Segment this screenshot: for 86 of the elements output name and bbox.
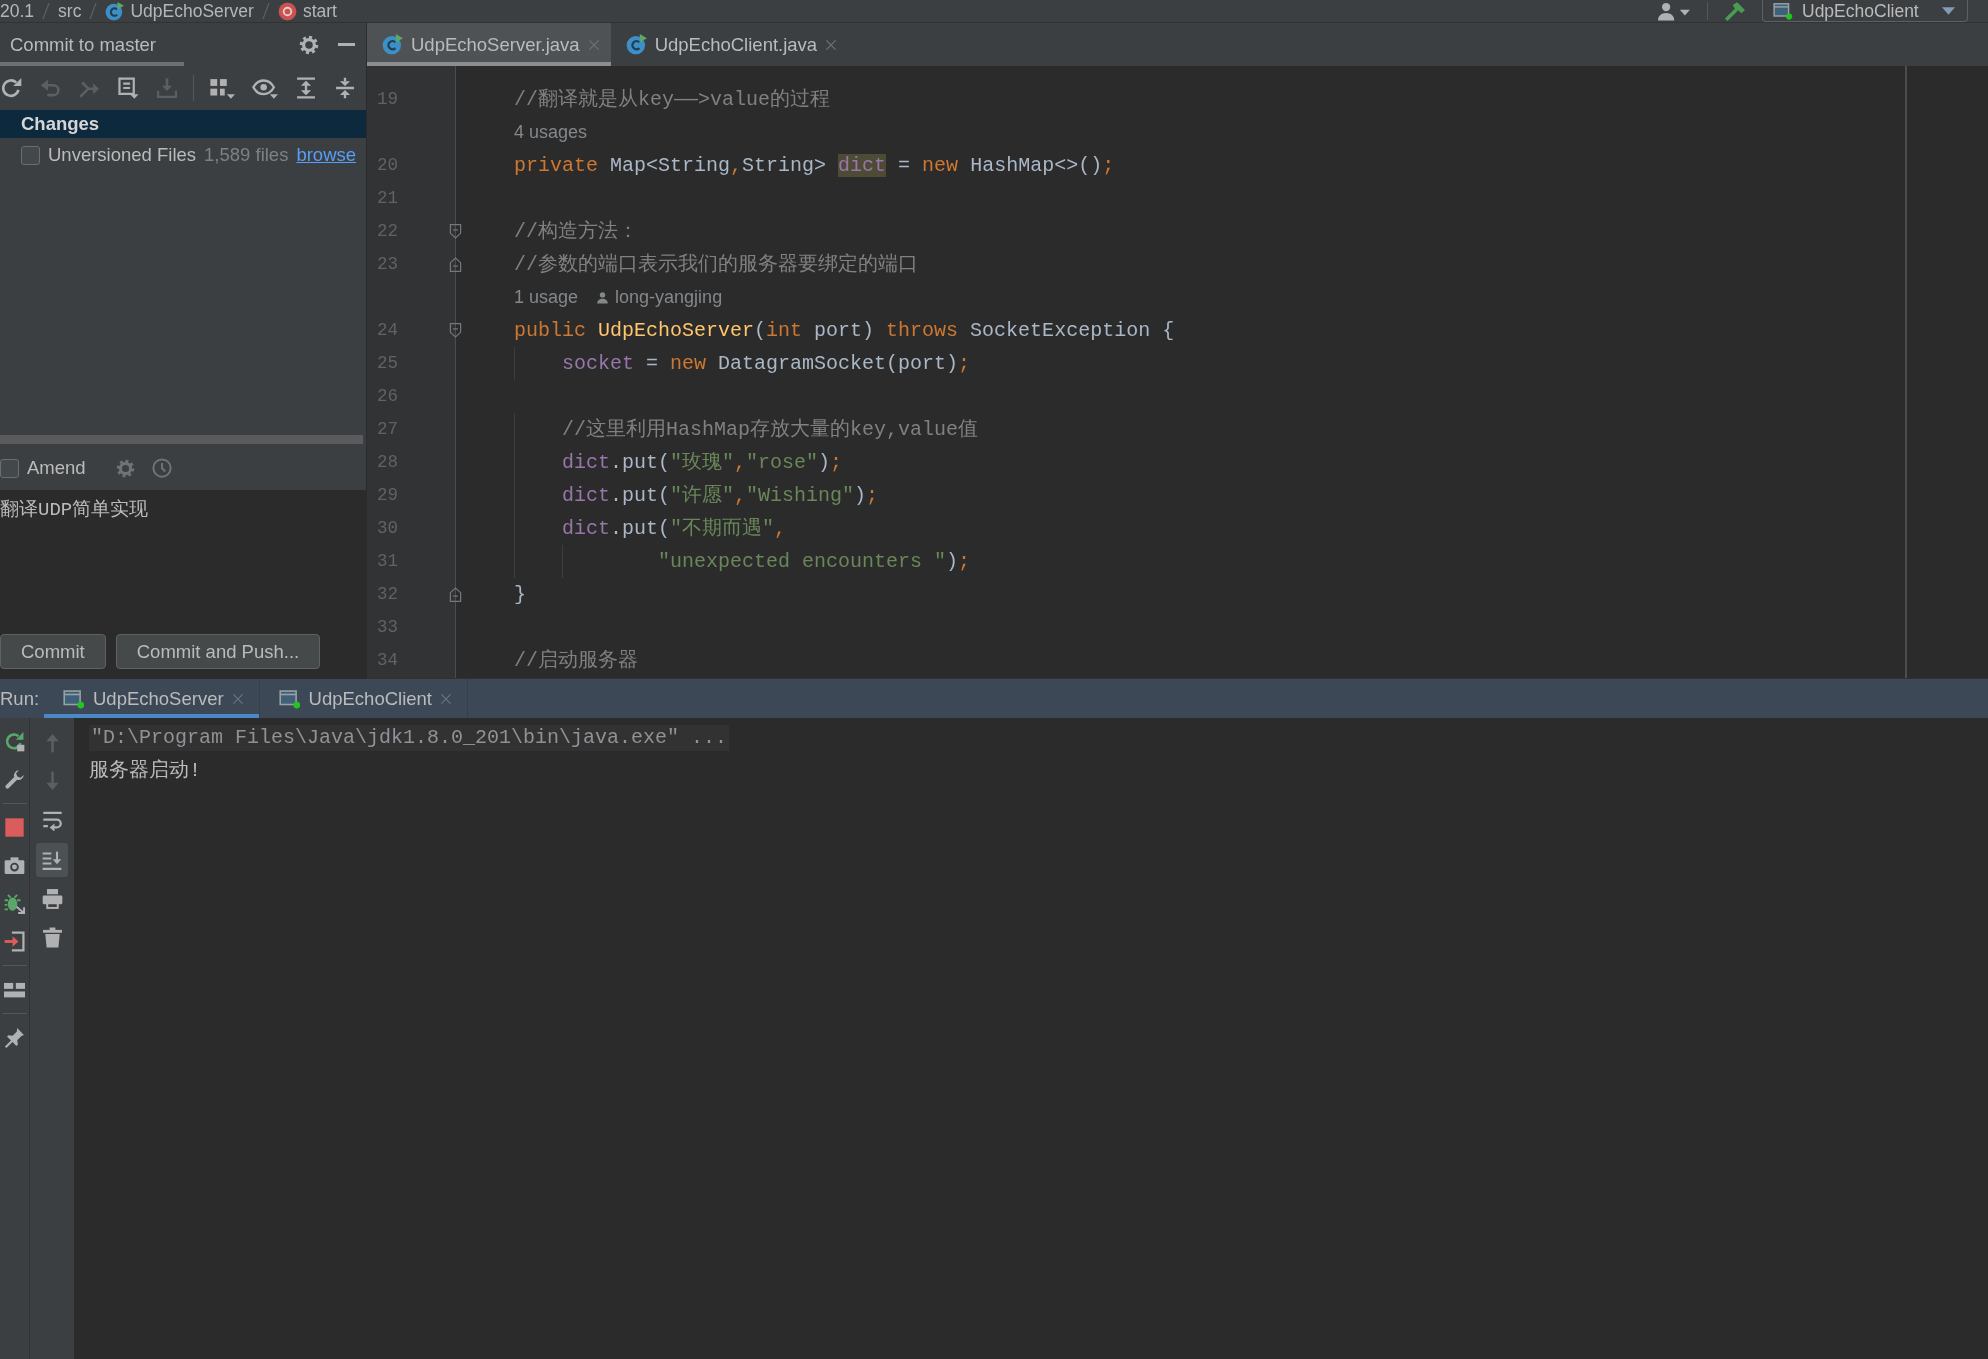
code-line: //启动服务器 bbox=[514, 648, 638, 674]
rerun-icon[interactable] bbox=[4, 731, 25, 752]
browse-link[interactable]: browse bbox=[296, 141, 357, 169]
close-icon[interactable] bbox=[231, 692, 244, 705]
amend-label[interactable]: Amend bbox=[27, 454, 86, 482]
file-count: 1,589 files bbox=[204, 143, 289, 168]
commit-message-field[interactable]: 翻译UDP简单实现 bbox=[0, 490, 366, 626]
stop-icon[interactable] bbox=[4, 817, 25, 838]
class-icon bbox=[625, 34, 647, 55]
class-icon bbox=[105, 1, 125, 21]
code-line: //参数的端口表示我们的服务器要绑定的端口 bbox=[514, 252, 918, 278]
expand-all-icon[interactable] bbox=[295, 77, 317, 99]
collapse-all-icon[interactable] bbox=[334, 77, 356, 99]
settings-icon[interactable] bbox=[299, 34, 319, 55]
clock-icon[interactable] bbox=[151, 458, 172, 478]
console-window-icon bbox=[278, 688, 301, 709]
code-line: } bbox=[514, 582, 526, 608]
editor-tab[interactable]: UdpEchoServer.java bbox=[367, 23, 611, 66]
tool-window-tab[interactable]: Commit to master bbox=[0, 23, 184, 66]
camera-icon[interactable] bbox=[4, 855, 25, 876]
breadcrumb-item[interactable]: 20.1 bbox=[0, 1, 35, 21]
commit-button[interactable]: Commit and Push... bbox=[115, 634, 321, 669]
fold-icon[interactable] bbox=[448, 256, 462, 273]
tree-item-label[interactable]: Changes bbox=[21, 110, 100, 138]
trash-icon[interactable] bbox=[41, 927, 63, 948]
pin-icon[interactable] bbox=[4, 1027, 25, 1048]
grid-icon[interactable] bbox=[209, 77, 235, 99]
method-icon bbox=[277, 1, 297, 21]
console-output: 服务器启动! bbox=[89, 757, 201, 784]
console-command[interactable]: "D:\Program Files\Java\jdk1.8.0_201\bin\java.exe" ... bbox=[89, 724, 730, 751]
run-tab[interactable]: UdpEchoClient bbox=[259, 679, 468, 718]
wrench-icon[interactable] bbox=[4, 769, 25, 790]
horizontal-scrollbar[interactable] bbox=[0, 435, 363, 444]
code-line: socket = new DatagramSocket(port); bbox=[562, 351, 971, 377]
checkbox[interactable] bbox=[21, 145, 40, 165]
person-icon bbox=[596, 291, 610, 304]
close-icon[interactable] bbox=[825, 38, 838, 51]
checkbox[interactable] bbox=[0, 458, 19, 478]
tab-label[interactable]: UdpEchoClient bbox=[308, 684, 432, 713]
breadcrumb-item[interactable]: src bbox=[58, 1, 82, 21]
code-line: //这里利用HashMap存放大量的key,value值 bbox=[562, 417, 979, 443]
slash-icon bbox=[261, 2, 270, 20]
tab-label[interactable]: UdpEchoClient.java bbox=[654, 30, 818, 59]
commit-button[interactable]: Commit bbox=[0, 634, 106, 669]
code-line: //构造方法： bbox=[514, 219, 638, 245]
code-line: public UdpEchoServer(int port) throws SocketException { bbox=[514, 318, 1175, 344]
author-hint[interactable]: long-yangjing bbox=[615, 284, 723, 311]
eye-icon[interactable] bbox=[252, 77, 278, 99]
code-line: //翻译就是从key——>value的过程 bbox=[514, 87, 831, 113]
settings-icon[interactable] bbox=[115, 458, 135, 478]
code-line: private Map<String,String> dict = new HashMap<>(); bbox=[514, 153, 1115, 179]
console-window-icon bbox=[63, 688, 85, 709]
tree-row[interactable]: Changes bbox=[0, 110, 366, 138]
code-line: dict.put("许愿","Wishing"); bbox=[562, 483, 879, 509]
slash-icon bbox=[42, 2, 51, 20]
slash-icon bbox=[89, 2, 98, 20]
fold-icon[interactable] bbox=[448, 586, 462, 603]
window-icon bbox=[1773, 1, 1793, 20]
bug-icon[interactable] bbox=[4, 893, 25, 914]
printer-icon[interactable] bbox=[41, 888, 63, 909]
refresh-icon[interactable] bbox=[0, 77, 22, 99]
breadcrumb-item[interactable]: UdpEchoServer bbox=[130, 1, 254, 21]
caret-icon bbox=[1942, 6, 1955, 15]
code-line: dict.put("不期而遇", bbox=[562, 516, 787, 542]
soft-wrap-icon[interactable] bbox=[41, 810, 63, 831]
usage-hint[interactable]: 4 usages bbox=[514, 119, 588, 146]
tree-item-label[interactable]: Unversioned Files bbox=[48, 141, 197, 169]
usage-hint[interactable]: 1 usage bbox=[514, 284, 579, 311]
person-icon[interactable] bbox=[1655, 1, 1691, 21]
tab-label[interactable]: UdpEchoServer.java bbox=[411, 30, 580, 59]
tab-label[interactable]: UdpEchoServer bbox=[93, 684, 224, 713]
breadcrumb-item[interactable]: start bbox=[302, 1, 337, 21]
editor-tab[interactable]: UdpEchoClient.java bbox=[610, 23, 849, 66]
code-line: dict.put("玫瑰","rose"); bbox=[562, 450, 843, 476]
scroll-to-end-icon[interactable] bbox=[36, 842, 68, 877]
class-icon bbox=[382, 34, 403, 55]
fold-icon[interactable] bbox=[448, 223, 462, 240]
panel-label: Run: bbox=[0, 686, 41, 711]
exit-icon[interactable] bbox=[4, 931, 25, 952]
close-icon[interactable] bbox=[440, 692, 452, 705]
code-line: "unexpected encounters "); bbox=[658, 549, 971, 575]
document-icon[interactable] bbox=[117, 77, 139, 99]
run-config-dropdown[interactable]: UdpEchoClient bbox=[1762, 0, 1968, 22]
hammer-icon[interactable] bbox=[1724, 1, 1746, 21]
fold-icon[interactable] bbox=[448, 322, 462, 339]
run-tab[interactable]: UdpEchoServer bbox=[44, 679, 260, 718]
